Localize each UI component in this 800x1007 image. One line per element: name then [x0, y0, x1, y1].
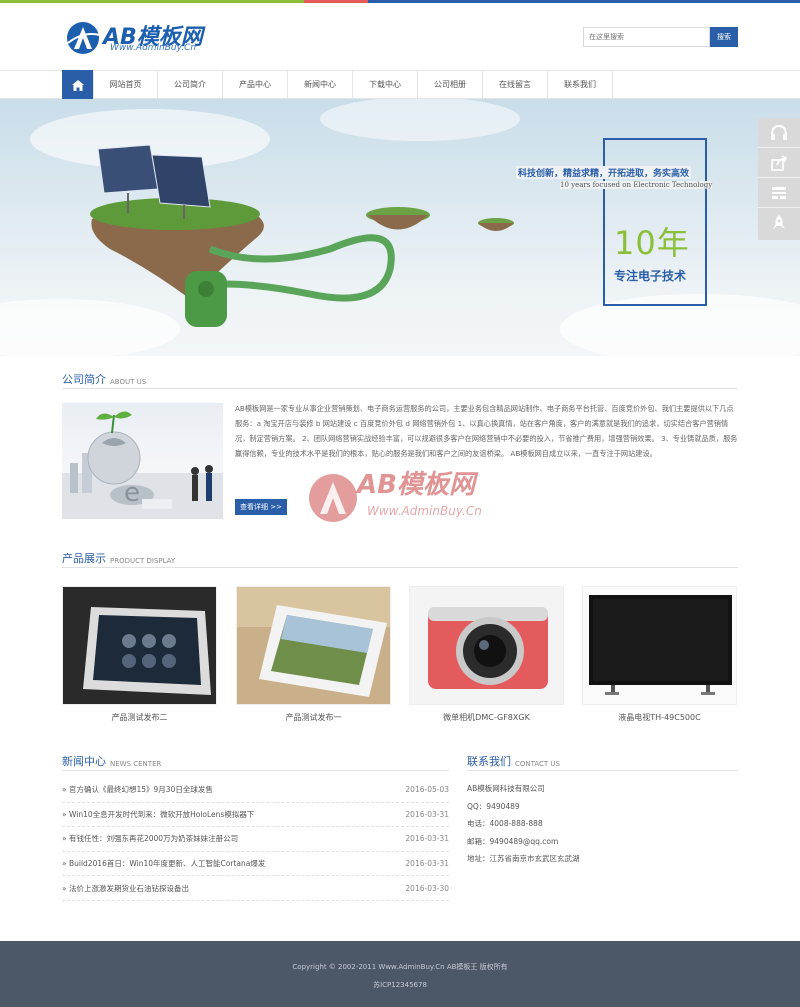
product-image[interactable]: [582, 586, 737, 705]
watermark-subtitle: Www.AdminBuy.Cn: [367, 504, 482, 518]
news-item[interactable]: » Build2016首日：Win10年度更新、人工智能Cortana爆发 201…: [62, 852, 449, 877]
logo[interactable]: AB模板网 Www.AdminBuy.Cn: [66, 19, 206, 59]
nav-item-products[interactable]: 产品中心: [223, 70, 288, 100]
search-button[interactable]: 搜索: [710, 27, 738, 47]
watermark: AB模板网 Www.AdminBuy.Cn: [307, 462, 507, 532]
products-title-en: PRODUCT DISPLAY: [110, 557, 176, 565]
footer-icp[interactable]: 苏ICP12345678: [0, 980, 800, 990]
news-item[interactable]: » Win10全息开发时代到来：微软开放HoloLens模拟器下 2016-03-…: [62, 803, 449, 828]
product-image[interactable]: [236, 586, 391, 705]
share-icon[interactable]: [758, 148, 800, 178]
news-section-title: 新闻中心 NEWS CENTER: [62, 753, 161, 769]
banner-years: 10年: [614, 224, 690, 262]
about-title-en: ABOUT US: [110, 378, 147, 386]
company-name: AB模板网科技有限公司: [467, 784, 545, 793]
news-item-date: 2016-03-31: [405, 834, 449, 844]
banner-tagline: 专注电子技术: [614, 269, 687, 283]
about-title: 公司简介: [62, 373, 106, 386]
header: AB模板网 Www.AdminBuy.Cn 搜索: [0, 3, 800, 70]
rocket-icon[interactable]: [758, 208, 800, 238]
nav-item-about[interactable]: 公司简介: [158, 70, 223, 100]
news-item-date: 2016-03-31: [405, 809, 449, 819]
news-item-title[interactable]: 有钱任性：刘强东再花2000万为奶茶妹妹注册公司: [69, 834, 238, 843]
product-name[interactable]: 微单相机DMC-GF8XGK: [409, 712, 564, 723]
news-item[interactable]: » 有钱任性：刘强东再花2000万为奶茶妹妹注册公司 2016-03-31: [62, 827, 449, 852]
banner-slogan: 科技创新，精益求精，开拓进取，务实高效: [516, 166, 692, 179]
news-divider: [62, 770, 449, 771]
product-card[interactable]: 微单相机DMC-GF8XGK: [409, 586, 564, 723]
product-card[interactable]: 液晶电视TH-49C500C: [582, 586, 737, 723]
news-item-date: 2016-05-03: [405, 785, 449, 795]
news-item[interactable]: » 官方确认《最终幻想15》9月30日全球发售 2016-05-03: [62, 778, 449, 803]
about-divider: [62, 388, 738, 389]
news-item[interactable]: » 法价上涨激发期货业石油钻探设备出 2016-03-30: [62, 876, 449, 901]
search-input[interactable]: [583, 27, 710, 47]
product-image[interactable]: [409, 586, 564, 705]
about-text: AB模板网是一家专业从事企业营销策划、电子商务运营服务的公司，主要业务包含精品网…: [235, 404, 738, 458]
news-title-en: NEWS CENTER: [110, 760, 162, 768]
nav-home[interactable]: [62, 70, 93, 100]
logo-subtitle: Www.AdminBuy.Cn: [110, 43, 197, 53]
nav-item-home[interactable]: 网站首页: [93, 70, 158, 100]
watermark-text: AB模板网: [357, 470, 475, 500]
product-name[interactable]: 产品测试发布一: [236, 712, 391, 723]
home-icon: [71, 79, 84, 91]
contact-qq: QQ：9490489: [467, 801, 520, 811]
contact-phone: 电话：4008-888-888: [467, 819, 543, 829]
contact-title-en: CONTACT US: [515, 760, 560, 768]
hero-banner[interactable]: 科技创新，精益求精，开拓进取，务实高效 10 years focused on …: [0, 99, 800, 356]
headset-icon[interactable]: [758, 118, 800, 148]
qrcode-icon[interactable]: [758, 178, 800, 208]
watermark-logo-icon: [309, 474, 357, 522]
news-title: 新闻中心: [62, 755, 106, 768]
product-card[interactable]: 产品测试发布二: [62, 586, 217, 723]
contact-info: AB模板网科技有限公司 QQ：9490489 电话：4008-888-888 邮…: [467, 780, 740, 868]
contact-title: 联系我们: [467, 755, 511, 768]
search-form: 搜索: [583, 27, 738, 47]
product-card[interactable]: 产品测试发布一: [236, 586, 391, 723]
news-item-date: 2016-03-31: [405, 859, 449, 869]
side-toolbar: [758, 118, 800, 240]
contact-divider: [467, 770, 738, 771]
nav-item-message[interactable]: 在线留言: [483, 70, 548, 100]
products-section-title: 产品展示 PRODUCT DISPLAY: [62, 550, 175, 566]
news-item-title[interactable]: 法价上涨激发期货业石油钻探设备出: [69, 884, 189, 893]
news-item-date: 2016-03-30: [405, 883, 449, 893]
nav-item-download[interactable]: 下载中心: [353, 70, 418, 100]
news-item-title[interactable]: Win10全息开发时代到来：微软开放HoloLens模拟器下: [69, 810, 254, 819]
contact-email[interactable]: 邮箱：9490489@qq.com: [467, 833, 740, 851]
news-list: » 官方确认《最终幻想15》9月30日全球发售 2016-05-03 » Win1…: [62, 778, 449, 901]
footer-copyright: Copyright © 2002-2011 Www.AdminBuy.Cn AB…: [292, 963, 508, 971]
news-item-title[interactable]: 官方确认《最终幻想15》9月30日全球发售: [69, 785, 213, 794]
contact-section-title: 联系我们 CONTACT US: [467, 753, 560, 769]
product-name[interactable]: 产品测试发布二: [62, 712, 217, 723]
product-image[interactable]: [62, 586, 217, 705]
svg-text:e: e: [124, 478, 140, 508]
about-section-title: 公司简介 ABOUT US: [62, 371, 146, 387]
main-nav: 网站首页 公司简介 产品中心 新闻中心 下载中心 公司相册 在线留言 联系我们: [0, 70, 800, 100]
contact-address: 地址：江苏省南京市玄武区玄武湖: [467, 854, 580, 864]
about-image: e: [62, 403, 223, 519]
about-more-button[interactable]: 查看详细 >>: [235, 499, 287, 515]
nav-item-contact[interactable]: 联系我们: [548, 70, 613, 100]
logo-icon: [67, 22, 101, 54]
nav-item-news[interactable]: 新闻中心: [288, 70, 353, 100]
news-item-title[interactable]: Build2016首日：Win10年度更新、人工智能Cortana爆发: [69, 859, 265, 868]
products-title: 产品展示: [62, 552, 106, 565]
nav-item-album[interactable]: 公司相册: [418, 70, 483, 100]
banner-subtitle: 10 years focused on Electronic Technolog…: [560, 181, 713, 189]
product-name[interactable]: 液晶电视TH-49C500C: [582, 712, 737, 723]
products-divider: [62, 567, 738, 568]
footer: Copyright © 2002-2011 Www.AdminBuy.Cn AB…: [0, 941, 800, 1007]
